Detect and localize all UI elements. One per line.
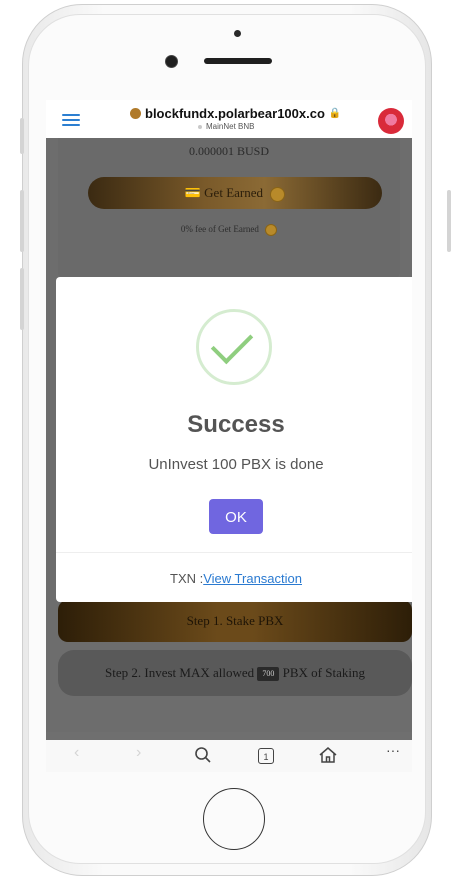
phone-home-button[interactable] <box>203 788 265 850</box>
browser-address-bar: blockfundx.polarbear100x.co 🔒 MainNet BN… <box>46 100 412 138</box>
fee-note: 0% fee of Get Earned <box>46 224 412 236</box>
more-icon[interactable]: ··· <box>386 742 400 758</box>
coin-icon <box>265 224 278 236</box>
txn-line: TXN :View Transaction <box>56 571 412 586</box>
url-text: blockfundx.polarbear100x.co <box>145 106 325 121</box>
dialog-message: UnInvest 100 PBX is done <box>148 456 324 473</box>
checkmark-icon <box>210 321 254 365</box>
get-earned-button[interactable]: 💳 Get Earned <box>88 177 382 209</box>
view-transaction-link[interactable]: View Transaction <box>203 571 302 586</box>
step1-label: Step 1. Stake PBX <box>186 613 284 628</box>
front-camera <box>165 55 178 68</box>
proximity-sensor <box>234 30 241 37</box>
network-label: MainNet BNB <box>198 122 254 131</box>
stake-pbx-button[interactable]: Step 1. Stake PBX <box>58 600 412 642</box>
power-button <box>447 190 451 252</box>
earpiece-speaker <box>204 58 272 64</box>
search-icon[interactable] <box>194 746 212 769</box>
dialog-footer: TXN :View Transaction <box>56 552 412 603</box>
step2-prefix: Step 2. Invest MAX allowed <box>105 665 255 680</box>
ok-button[interactable]: OK <box>209 499 263 534</box>
success-dialog: Success UnInvest 100 PBX is done OK TXN … <box>56 277 412 602</box>
chevron-right-icon[interactable]: › <box>136 744 141 762</box>
invest-max-button[interactable]: Step 2. Invest MAX allowed 700 PBX of St… <box>58 650 412 696</box>
volume-up-button <box>20 190 24 252</box>
mute-switch <box>20 118 24 154</box>
home-icon[interactable] <box>318 746 338 769</box>
earned-balance: 0.000001 BUSD <box>188 144 269 158</box>
network-status-icon <box>198 124 202 129</box>
fee-text: 0% fee of Get Earned <box>180 224 259 235</box>
wallet-icon: 💳 <box>184 185 201 200</box>
dialog-title: Success <box>187 411 285 438</box>
txn-label: TXN : <box>170 571 204 586</box>
network-text: MainNet BNB <box>206 122 255 131</box>
volume-down-button <box>20 268 24 330</box>
get-earned-label: Get Earned <box>204 185 264 200</box>
chevron-left-icon[interactable]: ‹ <box>74 744 79 762</box>
phone-screen: blockfundx.polarbear100x.co 🔒 MainNet BN… <box>46 100 412 772</box>
step2-suffix: PBX of Staking <box>282 665 365 680</box>
wallet-avatar[interactable] <box>378 108 404 134</box>
tabs-button[interactable]: 1 <box>258 748 274 764</box>
coin-icon <box>270 186 286 202</box>
browser-toolbar: ‹ › 1 ··· <box>46 740 412 772</box>
url-display[interactable]: blockfundx.polarbear100x.co 🔒 <box>130 106 341 121</box>
site-favicon-icon <box>130 108 141 119</box>
lock-icon: 🔒 <box>328 108 342 119</box>
menu-icon[interactable] <box>62 114 80 129</box>
allowed-amount-badge: 700 <box>257 667 280 682</box>
success-icon <box>196 309 272 385</box>
